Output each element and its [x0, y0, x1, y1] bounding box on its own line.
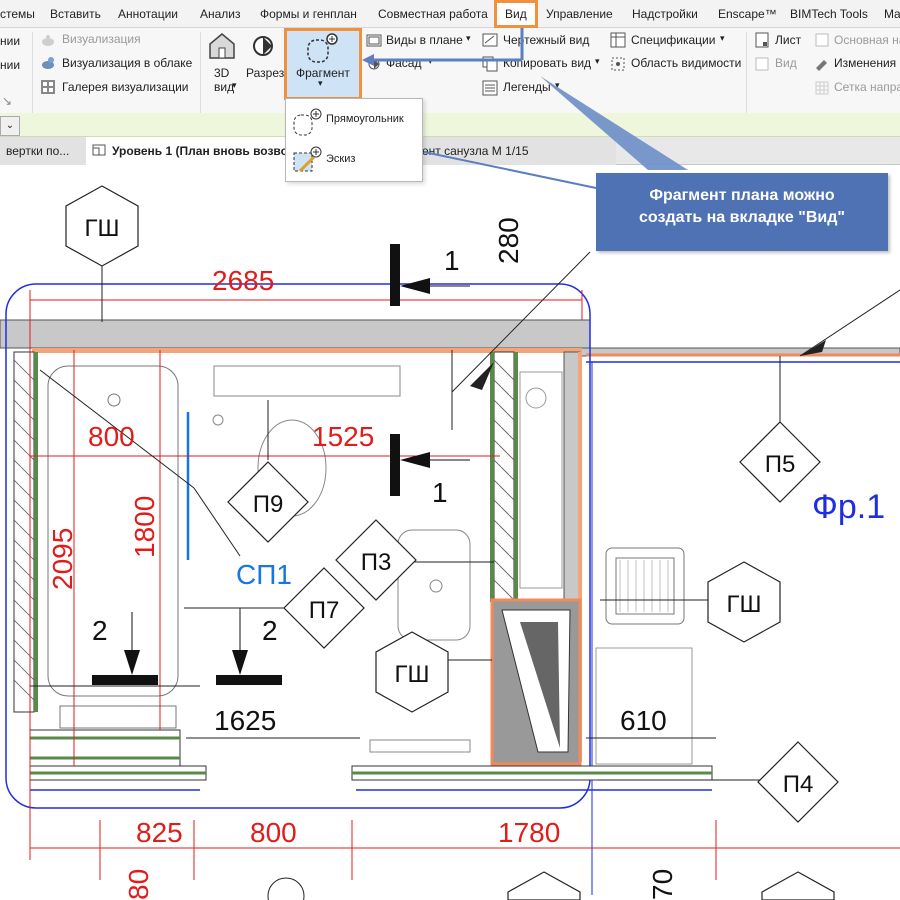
callout-line-2: создать на вкладке "Вид"	[639, 209, 845, 226]
annotation-arrows	[362, 28, 688, 189]
callout-tooltip: Фрагмент плана можно создать на вкладке …	[596, 173, 888, 251]
callout-line-1: Фрагмент плана можно	[649, 187, 835, 204]
